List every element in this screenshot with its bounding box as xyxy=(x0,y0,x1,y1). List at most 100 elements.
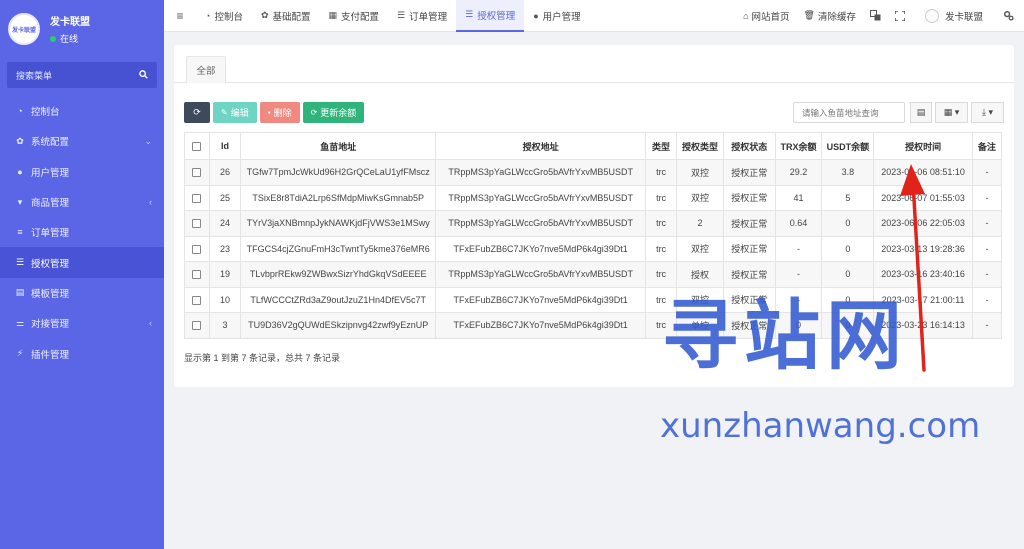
settings-gear-icon[interactable] xyxy=(996,10,1024,21)
hamburger-icon[interactable]: ≡ xyxy=(164,9,196,23)
trash-icon: ▪ xyxy=(267,108,271,117)
export-dropdown-button[interactable]: ⤓ ▾ xyxy=(971,102,1004,123)
pencil-icon: ✎ xyxy=(221,108,228,117)
row-checkbox[interactable] xyxy=(192,219,202,229)
column-header[interactable]: 授权地址 xyxy=(435,132,646,160)
table-cell: 2023-06-06 08:51:10 xyxy=(873,159,973,186)
row-checkbox[interactable] xyxy=(192,193,202,203)
columns-icon: ▦ ▾ xyxy=(943,107,960,117)
nav-tab-3[interactable]: ☰ 订单管理 xyxy=(388,0,456,32)
column-header[interactable]: 授权状态 xyxy=(722,132,776,160)
column-header[interactable]: Id xyxy=(208,132,242,160)
sidebar-item-label: 模板管理 xyxy=(31,288,70,300)
column-header[interactable]: 授权时间 xyxy=(873,132,973,160)
column-header[interactable]: 类型 xyxy=(644,132,678,160)
table-cell: - xyxy=(971,210,1003,237)
row-checkbox[interactable] xyxy=(192,244,202,254)
refresh-button[interactable]: ⟳ xyxy=(184,102,210,123)
nav-tab-0[interactable]: ◔ 控制台 xyxy=(196,0,252,32)
select-all-checkbox[interactable] xyxy=(192,142,202,152)
sidebar-item-4[interactable]: ≡ 订单管理 xyxy=(0,217,164,247)
column-header[interactable]: 鱼苗地址 xyxy=(240,132,437,160)
avatar-logo-text: 发卡联盟 xyxy=(11,27,36,34)
nav-tab-label: 支付配置 xyxy=(341,11,380,23)
sidebar-menu: ◔ 控制台 ✿ 系统配置 ⌄ ● 用户管理 ▾ 商品管理 ‹ ≡ 订单管理 ☰ 授权管理 ▤ 模板管理 ⚌ 对接管… xyxy=(0,96,164,369)
top-navbar: ≡ ◔ 控制台 ✿ 基础配置 ▦ 支付配置 ☰ 订单管理 ☰ 授权管理 ● 用户管理 ⌂ 网站首页 🗑… xyxy=(164,0,1024,32)
home-link[interactable]: ⌂ 网站首页 xyxy=(736,9,796,23)
tab-all[interactable]: 全部 xyxy=(186,56,226,84)
sidebar-item-0[interactable]: ◔ 控制台 xyxy=(0,96,164,126)
sidebar-item-2[interactable]: ● 用户管理 xyxy=(0,157,164,187)
nav-tab-1[interactable]: ✿ 基础配置 xyxy=(252,0,320,32)
table-cell: 授权正常 xyxy=(722,261,776,288)
table-cell: trc xyxy=(644,261,678,288)
column-header[interactable]: 授权类型 xyxy=(676,132,724,160)
sidebar-item-7[interactable]: ⚌ 对接管理 ‹ xyxy=(0,308,164,338)
table-cell: - xyxy=(971,261,1003,288)
row-checkbox[interactable] xyxy=(192,270,202,280)
cart-icon: ▾ xyxy=(17,196,23,207)
table-cell: 19 xyxy=(208,261,242,288)
edit-label: 编辑 xyxy=(230,108,249,118)
nav-tab-4[interactable]: ☰ 授权管理 xyxy=(456,0,525,32)
row-checkbox-cell xyxy=(184,312,210,339)
row-checkbox-cell xyxy=(184,286,210,313)
toggle-view-button[interactable]: ▤ xyxy=(910,102,932,123)
table-cell: TLvbprREkw9ZWBwxSizrYhdGkqVSdEEEE xyxy=(240,261,437,288)
user-menu[interactable]: 发卡联盟 xyxy=(918,8,990,23)
table-cell: 2023-03-16 23:40:16 xyxy=(873,261,973,288)
row-checkbox[interactable] xyxy=(192,168,202,178)
menu-search-input[interactable]: 搜索菜单 xyxy=(7,62,157,88)
table-cell: 授权正常 xyxy=(722,159,776,186)
dashboard-icon: ◔ xyxy=(205,10,211,21)
sidebar-item-label: 系统配置 xyxy=(31,137,70,149)
plug-icon: ⚡ xyxy=(16,348,24,359)
sidebar-item-3[interactable]: ▾ 商品管理 ‹ xyxy=(0,187,164,217)
table-cell: 23 xyxy=(208,235,242,262)
table-cell: TRppMS3pYaGLWccGro5bAVfrYxvMB5USDT xyxy=(435,159,646,186)
column-header[interactable]: USDT余额 xyxy=(821,132,875,160)
home-icon: ⌂ xyxy=(743,10,749,21)
translate-icon[interactable] xyxy=(863,10,888,21)
sidebar-item-label: 控制台 xyxy=(31,107,60,119)
gear-icon: ✿ xyxy=(16,135,24,146)
table-row[interactable]: 23 TFGCS4cjZGnuFmH3cTwntTy5kme376eMR6 TFxE… xyxy=(184,235,1003,262)
sidebar-item-6[interactable]: ▤ 模板管理 xyxy=(0,278,164,308)
table-row[interactable]: 26 TGfw7TpmJcWkUd96H2GrQCeLaU1yfFMscz TRpp… xyxy=(184,159,1003,186)
columns-dropdown-button[interactable]: ▦ ▾ xyxy=(935,102,968,123)
delete-button[interactable]: ▪ 删除 xyxy=(259,102,300,123)
nav-tab-2[interactable]: ▦ 支付配置 xyxy=(320,0,389,32)
table-cell: trc xyxy=(644,210,678,237)
sidebar-item-5[interactable]: ☰ 授权管理 xyxy=(0,247,164,278)
avatar[interactable]: 发卡联盟 xyxy=(8,13,40,45)
sidebar-item-1[interactable]: ✿ 系统配置 ⌄ xyxy=(0,126,164,156)
clear-cache-button[interactable]: 🗑 清除缓存 xyxy=(797,9,863,23)
column-header[interactable]: TRX余额 xyxy=(774,132,823,160)
row-checkbox[interactable] xyxy=(192,295,202,305)
nav-tab-label: 基础配置 xyxy=(272,11,311,23)
table-cell: TLfWCCCtZRd3aZ9outJzuZ1Hn4DfEV5c7T xyxy=(240,286,437,313)
chevron-icon: ‹ xyxy=(149,318,152,329)
search-icon[interactable] xyxy=(139,69,148,81)
fullscreen-icon[interactable] xyxy=(888,10,912,21)
column-header[interactable]: 备注 xyxy=(971,132,1003,160)
online-status: 在线 xyxy=(50,32,90,45)
table-cell: 25 xyxy=(208,184,242,211)
update-balance-button[interactable]: ⟳ 更新余额 xyxy=(302,102,365,123)
status-dot-icon xyxy=(50,35,56,42)
nav-tabs: ◔ 控制台 ✿ 基础配置 ▦ 支付配置 ☰ 订单管理 ☰ 授权管理 ● 用户管理 xyxy=(196,0,590,32)
nav-tab-5[interactable]: ● 用户管理 xyxy=(524,0,589,32)
edit-button[interactable]: ✎ 编辑 xyxy=(213,102,257,123)
table-row[interactable]: 19 TLvbprREkw9ZWBwxSizrYhdGkqVSdEEEE TRppM… xyxy=(184,261,1003,288)
sidebar-item-8[interactable]: ⚡ 插件管理 xyxy=(0,338,164,368)
row-checkbox[interactable] xyxy=(192,321,202,331)
table-row[interactable]: 24 TYrV3jaXNBmnpJykNAWKjdFjVWS3e1MSwy TRpp… xyxy=(184,210,1003,237)
sidebar-item-label: 用户管理 xyxy=(31,167,70,179)
table-row[interactable]: 25 TSixE8r8TdiA2Lrp6SfMdpMiwKsGmnab5P TRpp… xyxy=(184,184,1003,211)
table-cell: TU9D36V2gQUWdESkzipnvg42zwf9yEznUP xyxy=(240,312,437,339)
table-cell: 10 xyxy=(208,286,242,313)
gear-icon: ✿ xyxy=(260,10,269,20)
address-search-input[interactable] xyxy=(793,102,905,123)
user-icon: ● xyxy=(533,10,539,21)
user-profile: 发卡联盟 发卡联盟 在线 xyxy=(0,0,164,58)
